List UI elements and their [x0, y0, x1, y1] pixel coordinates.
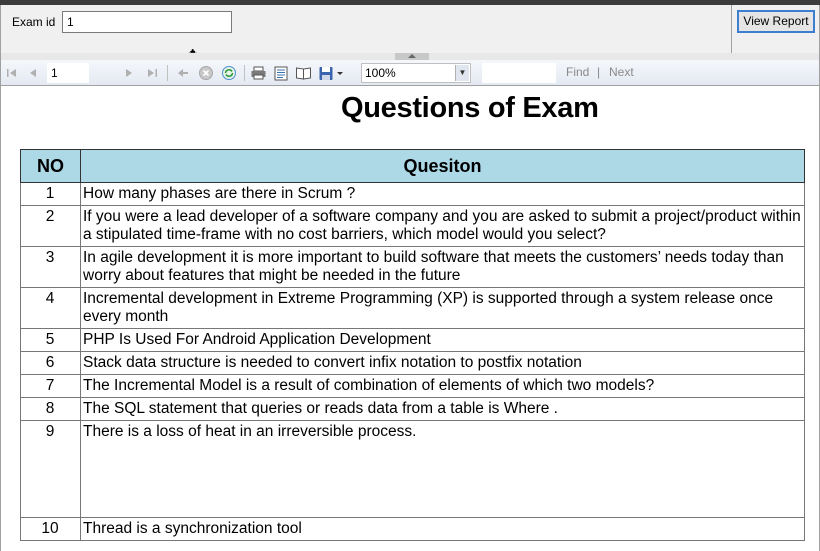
first-page-icon[interactable]	[6, 64, 18, 82]
parameter-collapse-bar	[0, 53, 820, 60]
parameters-panel: Exam id View Report	[0, 5, 820, 53]
previous-page-icon[interactable]	[27, 64, 39, 82]
last-page-icon[interactable]	[146, 64, 158, 82]
row-number: 1	[20, 182, 81, 206]
row-question: In agile development it is more importan…	[80, 246, 805, 288]
report-toolbar: 100% ▼ Find | Next	[0, 60, 820, 86]
table-row: 1 How many phases are there in Scrum ?	[20, 182, 805, 206]
row-number: 10	[20, 517, 81, 541]
row-number: 8	[20, 397, 81, 421]
toolbar-separator	[244, 65, 245, 81]
report-title: Questions of Exam	[341, 92, 599, 124]
current-page-input[interactable]	[47, 63, 89, 83]
table-row: 7 The Incremental Model is a result of co…	[20, 374, 805, 398]
exam-id-label: Exam id	[12, 15, 56, 29]
stop-icon[interactable]	[198, 64, 214, 82]
print-icon[interactable]	[250, 64, 267, 82]
row-number: 5	[20, 328, 81, 352]
row-question: Incremental development in Extreme Progr…	[80, 287, 805, 329]
parameters-divider	[731, 5, 732, 53]
view-report-button[interactable]: View Report	[737, 10, 815, 33]
zoom-value: 100%	[365, 66, 396, 80]
find-link[interactable]: Find	[566, 65, 589, 79]
row-number: 3	[20, 246, 81, 288]
table-row: 9 There is a loss of heat in an irreversi…	[20, 420, 805, 518]
table-row: 8 The SQL statement that queries or reads…	[20, 397, 805, 421]
row-question: The SQL statement that queries or reads …	[80, 397, 805, 421]
next-page-icon[interactable]	[123, 64, 135, 82]
table-row: 6 Stack data structure is needed to conve…	[20, 351, 805, 375]
table-header-row: NO Quesiton	[20, 149, 805, 183]
table-row: 4 Incremental development in Extreme Prog…	[20, 287, 805, 329]
row-question: There is a loss of heat in an irreversib…	[80, 420, 805, 518]
row-question: Thread is a synchronization tool	[80, 517, 805, 541]
table-row: 10 Thread is a synchronization tool	[20, 517, 805, 541]
refresh-icon[interactable]	[221, 64, 237, 82]
row-question: How many phases are there in Scrum ?	[80, 182, 805, 206]
exam-id-input[interactable]	[62, 11, 232, 33]
export-dropdown-icon[interactable]	[336, 64, 344, 82]
collapse-toggle-icon[interactable]	[395, 53, 429, 60]
toolbar-separator	[167, 65, 168, 81]
row-number: 7	[20, 374, 81, 398]
column-header-question: Quesiton	[80, 149, 805, 183]
row-question: Stack data structure is needed to conver…	[80, 351, 805, 375]
find-text-input[interactable]	[482, 63, 556, 83]
row-question: PHP Is Used For Android Application Deve…	[80, 328, 805, 352]
zoom-dropdown-icon[interactable]: ▼	[455, 65, 469, 81]
questions-table: NO Quesiton 1 How many phases are there i…	[20, 149, 805, 541]
table-row: 5 PHP Is Used For Android Application Dev…	[20, 328, 805, 352]
find-next-separator: |	[597, 65, 601, 79]
next-link[interactable]: Next	[609, 65, 634, 79]
table-row: 2 If you were a lead developer of a softw…	[20, 205, 805, 247]
export-icon[interactable]	[318, 64, 334, 82]
page-setup-icon[interactable]	[295, 64, 312, 82]
row-question: The Incremental Model is a result of com…	[80, 374, 805, 398]
row-number: 2	[20, 205, 81, 247]
print-layout-icon[interactable]	[273, 64, 289, 82]
row-question: If you were a lead developer of a softwa…	[80, 205, 805, 247]
row-number: 6	[20, 351, 81, 375]
back-icon[interactable]	[176, 64, 190, 82]
zoom-select[interactable]: 100% ▼	[361, 63, 471, 83]
table-row: 3 In agile development it is more importa…	[20, 246, 805, 288]
column-header-no: NO	[20, 149, 81, 183]
row-number: 9	[20, 420, 81, 518]
row-number: 4	[20, 287, 81, 329]
report-viewer[interactable]: Questions of Exam NO Quesiton 1 How many …	[0, 86, 820, 551]
